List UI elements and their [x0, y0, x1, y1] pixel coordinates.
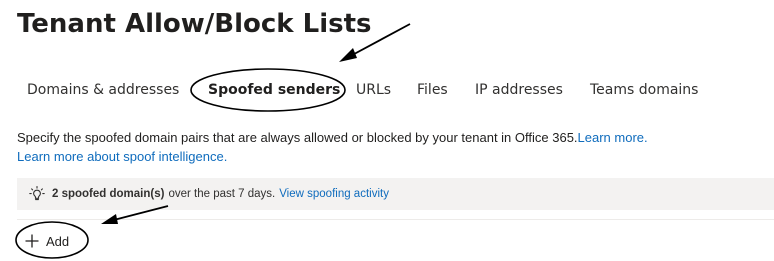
description-text: Specify the spoofed domain pairs that ar… [17, 130, 578, 145]
tab-ip-addresses[interactable]: IP addresses [475, 78, 563, 102]
page-description: Specify the spoofed domain pairs that ar… [17, 128, 767, 166]
title-arrow-head [339, 48, 357, 62]
add-button-label: Add [46, 233, 70, 249]
add-button[interactable]: Add [24, 230, 69, 252]
lightbulb-icon [28, 185, 46, 203]
tab-files[interactable]: Files [417, 78, 448, 102]
period-text: over the past 7 days. [168, 188, 276, 200]
learn-more-link[interactable]: Learn more. [578, 130, 648, 145]
tab-spoofed-senders[interactable]: Spoofed senders [208, 78, 340, 102]
tab-bar: Domains & addresses Spoofed senders URLs… [0, 78, 774, 102]
spoofed-count: 2 spoofed domain(s) [52, 188, 165, 200]
spoofing-info-bar: 2 spoofed domain(s) over the past 7 days… [17, 178, 774, 210]
view-spoofing-activity-link[interactable]: View spoofing activity [279, 188, 389, 200]
page-title: Tenant Allow/Block Lists [17, 9, 372, 39]
spoof-intelligence-link[interactable]: Learn more about spoof intelligence. [17, 149, 227, 164]
tab-urls[interactable]: URLs [356, 78, 391, 102]
tab-teams-domains[interactable]: Teams domains [590, 78, 698, 102]
plus-icon [25, 234, 39, 248]
tab-domains-addresses[interactable]: Domains & addresses [27, 78, 179, 102]
divider [17, 219, 774, 220]
